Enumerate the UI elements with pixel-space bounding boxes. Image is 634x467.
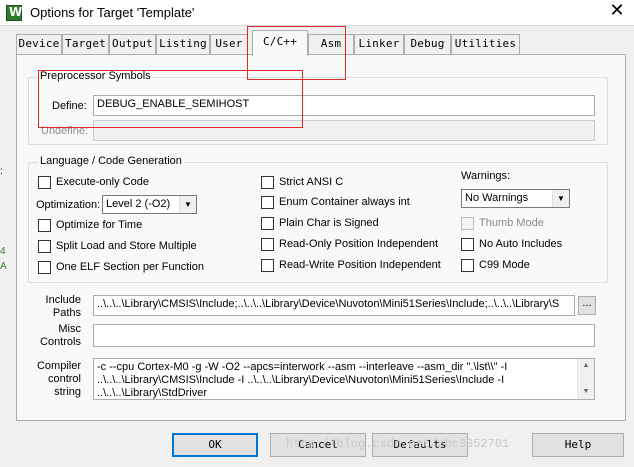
tab-utilities[interactable]: Utilities [451,34,520,54]
misc-controls-input[interactable] [93,324,595,347]
ok-button[interactable]: OK [172,433,258,457]
include-paths-label-line2: Paths [52,307,81,319]
tab-linker[interactable]: Linker [354,34,404,54]
misc-controls-label-line1: Misc [58,323,81,335]
thumb-mode-label: Thumb Mode [479,217,544,229]
compiler-control-scrollbar[interactable]: ▲ ▼ [577,359,594,399]
chevron-down-icon: ▼ [552,190,569,207]
compiler-control-string-textarea[interactable]: -c --cpu Cortex-M0 -g -W -O2 --apcs=inte… [93,358,595,400]
split-load-store-label: Split Load and Store Multiple [56,240,197,252]
rw-position-independent-label: Read-Write Position Independent [279,259,441,271]
no-auto-includes-checkbox[interactable] [461,238,474,251]
background-window-edge-mark: A [0,261,7,272]
background-window-edge-mark: 4 [0,246,6,257]
c99-mode-checkbox[interactable] [461,259,474,272]
strict-ansi-label: Strict ANSI C [279,176,344,188]
scroll-up-icon[interactable]: ▲ [578,359,594,373]
optimize-time-label: Optimize for Time [56,219,143,231]
include-paths-input[interactable]: ..\..\..\Library\CMSIS\Include;..\..\..\… [93,295,575,316]
strict-ansi-checkbox[interactable] [261,176,274,189]
define-input[interactable]: DEBUG_ENABLE_SEMIHOST [93,95,595,116]
preprocessor-symbols-legend: Preprocessor Symbols [38,70,153,82]
plain-char-label: Plain Char is Signed [279,217,379,229]
rw-position-independent-checkbox[interactable] [261,259,274,272]
ro-position-independent-label: Read-Only Position Independent [279,238,438,250]
compiler-control-label-line2: control [47,373,81,385]
optimization-select[interactable]: Level 2 (-O2) ▼ [102,195,197,214]
enum-container-label: Enum Container always int [279,196,410,208]
include-paths-label-line1: Include [45,294,81,306]
undefine-label: Undefine: [41,125,89,137]
tab-output[interactable]: Output [109,34,156,54]
help-button[interactable]: Help [532,433,624,457]
tab-device[interactable]: Device [16,34,62,54]
execute-only-label: Execute-only Code [56,176,149,188]
cancel-button[interactable]: Cancel [270,433,366,457]
plain-char-checkbox[interactable] [261,217,274,230]
window-title: Options for Target 'Template' [30,5,195,20]
optimize-time-checkbox[interactable] [38,219,51,232]
tab-asm[interactable]: Asm [308,34,354,54]
optimization-value: Level 2 (-O2) [106,198,171,210]
app-icon: W [6,5,22,21]
undefine-input[interactable] [93,120,595,141]
ro-position-independent-checkbox[interactable] [261,238,274,251]
no-auto-includes-label: No Auto Includes [479,238,563,250]
background-window-edge-mark: : [0,166,3,177]
tab-user[interactable]: User [210,34,248,54]
include-paths-browse-button[interactable]: ... [578,296,596,315]
warnings-select[interactable]: No Warnings ▼ [461,189,570,208]
thumb-mode-checkbox[interactable] [461,217,474,230]
one-elf-section-label: One ELF Section per Function [56,261,204,273]
execute-only-checkbox[interactable] [38,176,51,189]
c99-mode-label: C99 Mode [479,259,530,271]
chevron-down-icon: ▼ [179,196,196,213]
compiler-control-string-text: -c --cpu Cortex-M0 -g -W -O2 --apcs=inte… [97,361,508,399]
compiler-control-label-line1: Compiler [36,360,81,372]
misc-controls-label-line2: Controls [40,336,81,348]
tab-c-cpp[interactable]: C/C++ [252,30,308,56]
tab-listing[interactable]: Listing [156,34,210,54]
compiler-control-label-line3: string [54,386,81,398]
split-load-store-checkbox[interactable] [38,240,51,253]
optimization-label: Optimization: [36,199,101,211]
warnings-label: Warnings: [461,170,511,182]
title-bar: W Options for Target 'Template' ✕ [0,0,634,26]
enum-container-checkbox[interactable] [261,196,274,209]
tab-debug[interactable]: Debug [404,34,451,54]
scroll-down-icon[interactable]: ▼ [578,385,594,399]
defaults-button[interactable]: Defaults [372,433,468,457]
one-elf-section-checkbox[interactable] [38,261,51,274]
close-button[interactable]: ✕ [600,0,634,26]
tab-target[interactable]: Target [62,34,109,54]
language-code-generation-legend: Language / Code Generation [38,155,184,167]
warnings-value: No Warnings [465,192,529,204]
define-label: Define: [52,100,87,112]
